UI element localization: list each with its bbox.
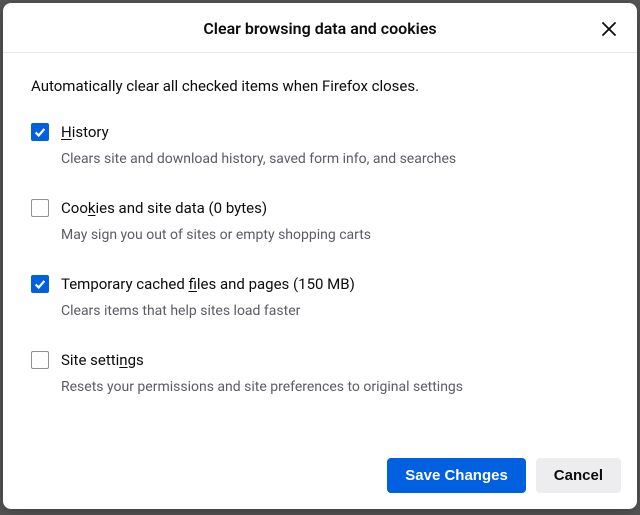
site-settings-desc: Resets your permissions and site prefere… [61, 379, 609, 395]
site-settings-label[interactable]: Site settings [61, 351, 144, 369]
save-button[interactable]: Save Changes [387, 458, 526, 493]
site-settings-checkbox[interactable] [31, 351, 49, 369]
label-rest: ies and site data (0 bytes) [95, 199, 267, 217]
cache-checkbox[interactable] [31, 275, 49, 293]
label-rest: istory [72, 123, 109, 141]
option-row: Cookies and site data (0 bytes) [31, 199, 609, 217]
history-label[interactable]: History [61, 123, 109, 141]
intro-text: Automatically clear all checked items wh… [31, 77, 609, 95]
check-icon [33, 277, 47, 291]
option-site-settings: Site settings Resets your permissions an… [31, 351, 609, 395]
cache-desc: Clears items that help sites load faster [61, 303, 609, 319]
clear-data-dialog: Clear browsing data and cookies Automati… [3, 3, 637, 509]
cookies-label[interactable]: Cookies and site data (0 bytes) [61, 199, 267, 217]
check-icon [33, 125, 47, 139]
accesskey: n [119, 351, 127, 369]
dialog-content: Automatically clear all checked items wh… [3, 53, 637, 444]
option-row: Temporary cached files and pages (150 MB… [31, 275, 609, 293]
label-pre: Site setti [61, 351, 119, 369]
close-button[interactable] [595, 15, 623, 43]
option-cookies: Cookies and site data (0 bytes) May sign… [31, 199, 609, 243]
cookies-checkbox[interactable] [31, 199, 49, 217]
dialog-footer: Save Changes Cancel [3, 444, 637, 509]
label-rest: gs [128, 351, 144, 369]
history-checkbox[interactable] [31, 123, 49, 141]
history-desc: Clears site and download history, saved … [61, 151, 609, 167]
close-icon [601, 21, 617, 37]
option-history: History Clears site and download history… [31, 123, 609, 167]
option-row: History [31, 123, 609, 141]
cancel-button[interactable]: Cancel [536, 458, 621, 493]
label-pre: Temporary cached [61, 275, 189, 293]
option-row: Site settings [31, 351, 609, 369]
label-pre: Coo [61, 199, 88, 217]
cookies-desc: May sign you out of sites or empty shopp… [61, 227, 609, 243]
accesskey: f [189, 275, 197, 293]
dialog-header: Clear browsing data and cookies [3, 3, 637, 53]
option-cache: Temporary cached files and pages (150 MB… [31, 275, 609, 319]
dialog-title: Clear browsing data and cookies [3, 19, 637, 38]
accesskey: H [61, 123, 72, 141]
label-rest: iles and pages (150 MB) [197, 275, 355, 293]
cache-label[interactable]: Temporary cached files and pages (150 MB… [61, 275, 355, 293]
